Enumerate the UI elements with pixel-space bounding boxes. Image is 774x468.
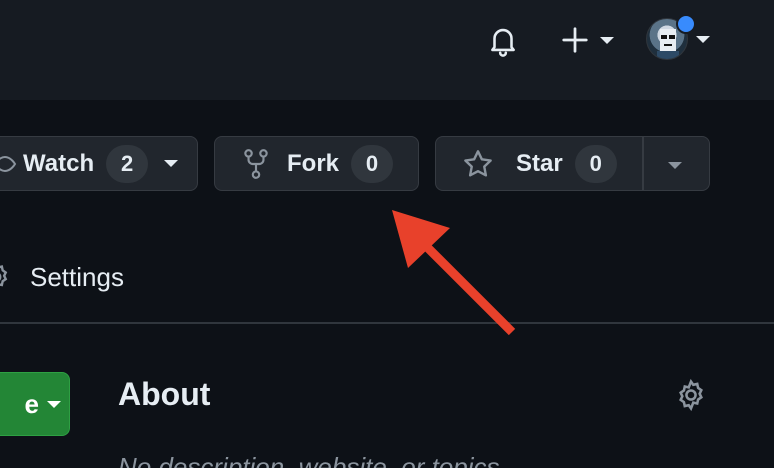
button-divider (642, 137, 644, 190)
fork-icon (244, 148, 268, 179)
gear-icon (679, 378, 703, 412)
tab-settings[interactable]: Settings (0, 252, 124, 302)
star-button[interactable]: Star 0 (435, 136, 710, 191)
code-button-label: e (24, 388, 39, 419)
about-heading: About (118, 376, 211, 412)
watch-label: Watch (23, 149, 95, 177)
fork-label: Fork (287, 149, 340, 177)
notifications-button[interactable] (486, 20, 524, 60)
gear-icon (0, 265, 8, 287)
plus-icon (562, 27, 588, 53)
about-settings-button[interactable] (674, 378, 714, 418)
chevron-down-icon (696, 36, 710, 43)
bell-icon (491, 28, 515, 57)
chevron-down-icon (164, 160, 179, 167)
fork-button[interactable]: Fork 0 (214, 136, 419, 191)
watch-count: 2 (106, 144, 149, 183)
notification-dot (676, 14, 696, 34)
eye-icon (0, 155, 17, 172)
chevron-down-icon (600, 36, 614, 44)
create-new-button[interactable] (560, 22, 620, 58)
chevron-down-icon (47, 400, 61, 408)
about-description: No description, website, or topics (118, 452, 500, 468)
fork-count: 0 (351, 144, 394, 183)
annotation-arrow (392, 210, 516, 336)
star-list-dropdown-icon[interactable] (668, 162, 682, 169)
star-icon (464, 149, 492, 177)
code-button[interactable]: e (0, 372, 70, 436)
watch-button[interactable]: Watch 2 (0, 136, 198, 191)
settings-label: Settings (30, 261, 124, 292)
star-label: Star (516, 149, 563, 177)
user-menu-button[interactable] (642, 14, 718, 64)
star-count: 0 (574, 144, 617, 183)
